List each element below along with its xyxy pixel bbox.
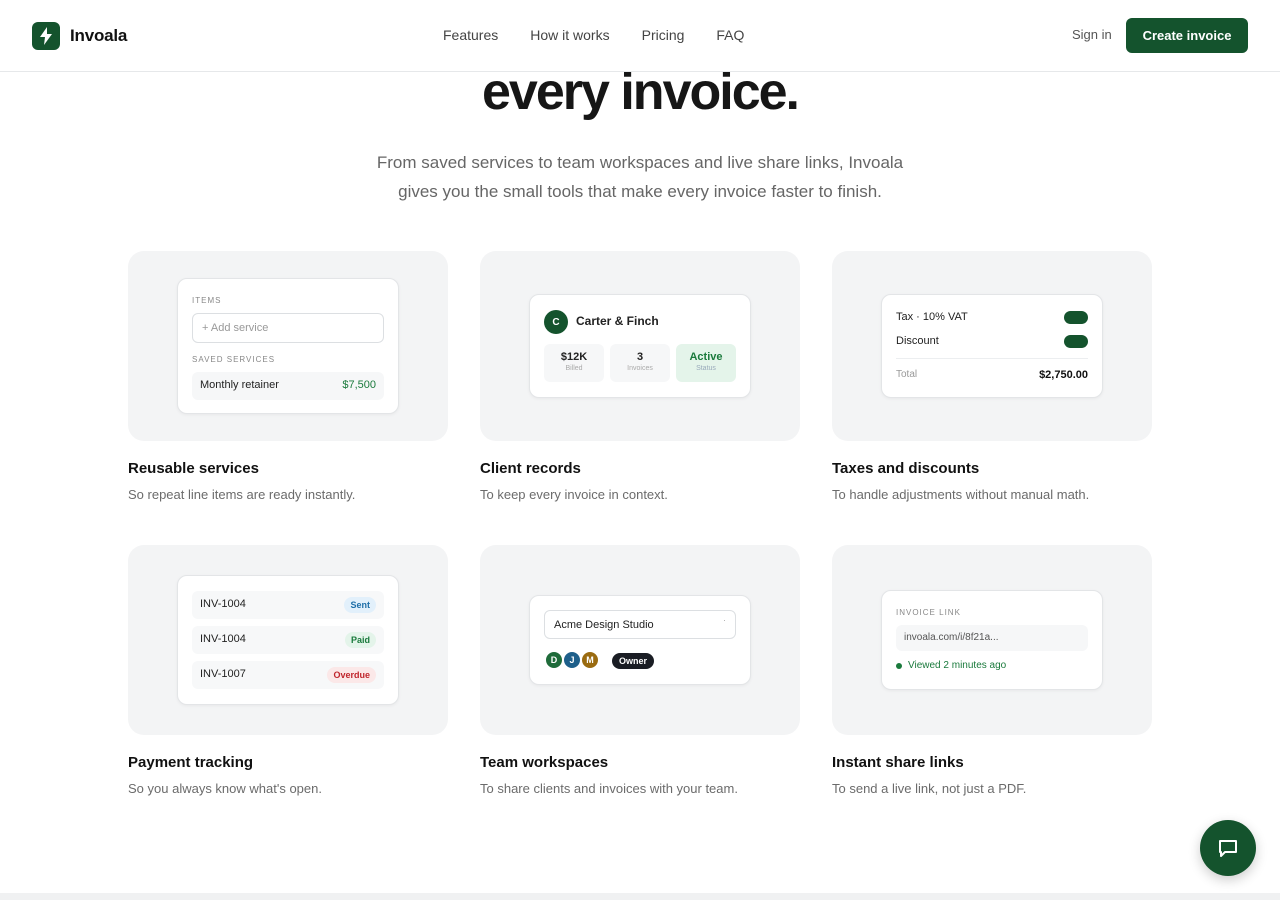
share-link-url[interactable]: invoala.com/i/8f21a...: [896, 625, 1088, 651]
hero-subtitle-line-2: gives you the small tools that make ever…: [398, 182, 882, 201]
chevron-down-icon: ·: [723, 615, 726, 625]
invoice-id: INV-1004: [200, 633, 246, 645]
client-mock: C Carter & Finch $12K Billed 3 Invoices …: [529, 294, 751, 398]
stat-status-value: Active: [689, 351, 723, 363]
nav-link-pricing[interactable]: Pricing: [642, 27, 685, 43]
add-service-input[interactable]: + Add service: [192, 313, 384, 343]
stat-status: Active Status: [676, 344, 736, 382]
service-price: $7,500: [342, 379, 376, 391]
feature-desc-payment-tracking: So you always know what's open.: [128, 781, 322, 796]
role-badge: Owner: [612, 653, 655, 669]
feature-title-payment-tracking: Payment tracking: [128, 754, 254, 771]
share-link-mock: INVOICE LINK invoala.com/i/8f21a... View…: [881, 590, 1103, 690]
total-value: $2,750.00: [1039, 369, 1088, 381]
chat-bubble-icon: [1219, 840, 1237, 857]
saved-services-label: SAVED SERVICES: [192, 355, 276, 364]
client-name: Carter & Finch: [576, 314, 659, 328]
saved-service-row[interactable]: Monthly retainer $7,500: [192, 372, 384, 400]
viewed-status: Viewed 2 minutes ago: [908, 660, 1007, 671]
tax-toggle[interactable]: [1064, 311, 1088, 324]
nav-link-faq[interactable]: FAQ: [716, 27, 744, 43]
feature-card-team-workspaces: Acme Design Studio · D J M Owner: [480, 545, 800, 735]
services-mock: ITEMS + Add service SAVED SERVICES Month…: [177, 278, 399, 414]
feature-desc-reusable-services: So repeat line items are ready instantly…: [128, 487, 356, 502]
footer-edge: [0, 893, 1280, 900]
brand-logo[interactable]: Invoala: [32, 22, 127, 50]
chat-button[interactable]: [1200, 820, 1256, 876]
stat-invoices-label: Invoices: [627, 365, 653, 372]
divider: [896, 358, 1088, 359]
feature-desc-taxes-discounts: To handle adjustments without manual mat…: [832, 487, 1090, 502]
invoice-link-label: INVOICE LINK: [896, 608, 961, 617]
workspace-select[interactable]: Acme Design Studio ·: [544, 610, 736, 639]
bolt-icon: [32, 22, 60, 50]
top-navbar: Invoala Features How it works Pricing FA…: [0, 0, 1280, 72]
workspace-name: Acme Design Studio: [554, 619, 654, 631]
feature-card-reusable-services: ITEMS + Add service SAVED SERVICES Month…: [128, 251, 448, 441]
feature-title-share-links: Instant share links: [832, 754, 964, 771]
create-invoice-button[interactable]: Create invoice: [1126, 18, 1248, 53]
feature-title-team-workspaces: Team workspaces: [480, 754, 609, 771]
feature-card-client-records: C Carter & Finch $12K Billed 3 Invoices …: [480, 251, 800, 441]
stat-invoices: 3 Invoices: [610, 344, 670, 382]
stat-billed-label: Billed: [565, 365, 583, 372]
status-badge-paid: Paid: [344, 632, 376, 648]
stat-billed: $12K Billed: [544, 344, 604, 382]
status-badge-overdue: Overdue: [327, 667, 376, 683]
invoice-id: INV-1007: [200, 668, 246, 680]
stat-status-label: Status: [696, 365, 716, 372]
feature-card-share-links: INVOICE LINK invoala.com/i/8f21a... View…: [832, 545, 1152, 735]
status-dot-icon: [896, 663, 902, 669]
hero-subtitle: From saved services to team workspaces a…: [340, 148, 940, 206]
feature-title-reusable-services: Reusable services: [128, 460, 259, 477]
stat-billed-value: $12K: [560, 351, 588, 363]
service-name: Monthly retainer: [200, 379, 279, 391]
member-avatar: D: [544, 650, 564, 670]
hero-subtitle-line-1: From saved services to team workspaces a…: [376, 153, 904, 172]
discount-toggle[interactable]: [1064, 335, 1088, 348]
feature-desc-client-records: To keep every invoice in context.: [480, 487, 668, 502]
member-avatar: J: [562, 650, 582, 670]
brand-name: Invoala: [70, 26, 128, 45]
payments-mock: INV-1004 Sent INV-1004 Paid INV-1007 Ove…: [177, 575, 399, 705]
nav-links: Features How it works Pricing FAQ: [443, 27, 744, 43]
nav-link-how-it-works[interactable]: How it works: [530, 27, 609, 43]
items-label: ITEMS: [192, 296, 222, 305]
client-avatar: C: [544, 310, 568, 334]
invoice-row[interactable]: INV-1004 Sent: [192, 591, 384, 619]
feature-title-client-records: Client records: [480, 460, 581, 477]
discount-label: Discount: [896, 335, 939, 347]
taxes-mock: Tax · 10% VAT Discount Total $2,750.00: [881, 294, 1103, 398]
feature-title-taxes-discounts: Taxes and discounts: [832, 460, 980, 477]
sign-in-link[interactable]: Sign in: [1072, 27, 1112, 42]
invoice-id: INV-1004: [200, 598, 246, 610]
total-label: Total: [896, 369, 918, 380]
nav-link-features[interactable]: Features: [443, 27, 498, 43]
invoice-row[interactable]: INV-1004 Paid: [192, 626, 384, 654]
tax-label: Tax · 10% VAT: [896, 311, 968, 323]
feature-desc-team-workspaces: To share clients and invoices with your …: [480, 781, 738, 796]
member-avatar: M: [580, 650, 600, 670]
feature-card-payment-tracking: INV-1004 Sent INV-1004 Paid INV-1007 Ove…: [128, 545, 448, 735]
workspace-mock: Acme Design Studio · D J M Owner: [529, 595, 751, 685]
feature-card-taxes-discounts: Tax · 10% VAT Discount Total $2,750.00: [832, 251, 1152, 441]
invoice-row[interactable]: INV-1007 Overdue: [192, 661, 384, 689]
status-badge-sent: Sent: [344, 597, 376, 613]
stat-invoices-value: 3: [636, 351, 644, 363]
feature-desc-share-links: To send a live link, not just a PDF.: [832, 781, 1027, 796]
